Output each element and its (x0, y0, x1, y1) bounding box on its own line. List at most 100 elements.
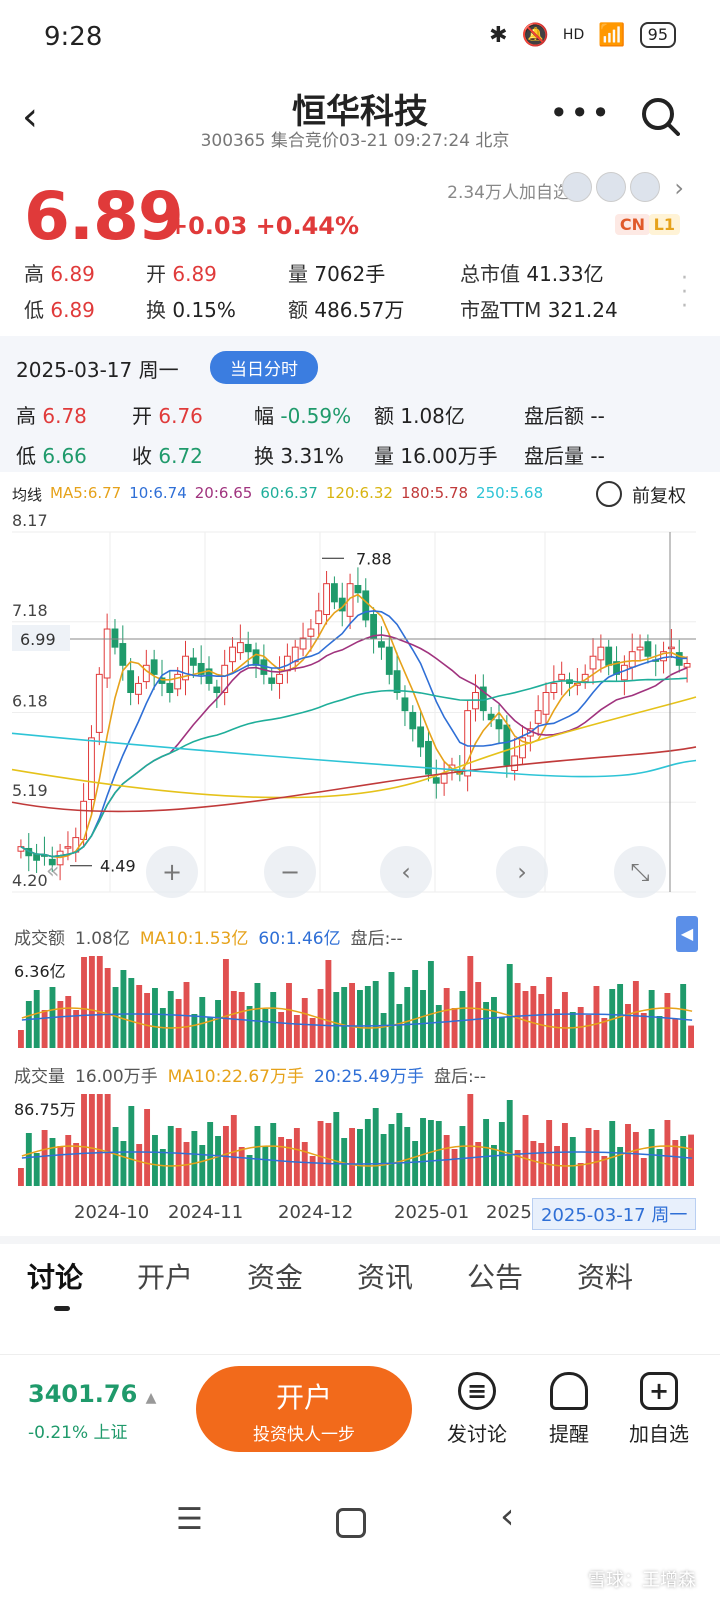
open-account-button[interactable]: 开户 投资快人一步 (196, 1366, 412, 1452)
index-value[interactable]: 3401.76 ▲ (28, 1380, 156, 1408)
volume-bar (81, 957, 87, 1048)
volume-bar (25, 1001, 32, 1048)
y-tick-label: 4.20 (12, 871, 48, 890)
volume-bar (664, 993, 671, 1048)
discuss-label: 发讨论 (447, 1422, 507, 1446)
volume-bar (81, 1094, 87, 1186)
adjust-mode[interactable]: 前复权 (632, 482, 686, 508)
turnover-ma60: 60:1.46亿 (258, 929, 341, 949)
volume-bar (349, 983, 355, 1048)
volume-bar (593, 986, 600, 1048)
wifi-icon: 📶 (598, 22, 626, 48)
day-close: 收 6.72 (132, 444, 203, 468)
more-icon[interactable]: ••• (549, 94, 612, 132)
tab-discussion[interactable]: 讨论 (0, 1256, 110, 1296)
volume-bar (96, 956, 103, 1048)
volume-bar (577, 1163, 584, 1186)
discuss-button[interactable]: ≡ 发讨论 (432, 1372, 522, 1447)
tab-news[interactable]: 资讯 (330, 1256, 440, 1296)
stat-volume: 量 7062手 (288, 262, 386, 286)
ma-5: MA5:6.77 (50, 484, 122, 502)
volume-bar (167, 991, 174, 1048)
candle-body (393, 670, 401, 694)
status-bar: 9:28 ✱ 🔕 HD 📶 95 (0, 0, 720, 76)
volume-bar (246, 1155, 253, 1186)
search-icon[interactable] (640, 96, 680, 136)
volume-bar (199, 1145, 206, 1186)
tab-open-account[interactable]: 开户 (110, 1256, 220, 1296)
candle-body (409, 711, 417, 730)
signal-icon: HD (562, 27, 585, 43)
volume-bar (270, 1123, 277, 1186)
stat-pe: 市盈TTM 321.24 (460, 298, 618, 322)
candlestick-chart[interactable]: 8.17 7.18 6.18 5.19 4.20 6.99 7.88 4.49 + − ‹ › ⤡ « (0, 512, 720, 914)
volume-bar (215, 1000, 221, 1048)
volume-bar (136, 985, 143, 1048)
chevron-right-icon-glyph: › (517, 858, 527, 886)
volume-bar (18, 1168, 24, 1186)
tab-funds[interactable]: 资金 (220, 1256, 330, 1296)
volume-bar (270, 992, 277, 1048)
volume-bar (88, 1094, 95, 1186)
candle-body (628, 651, 636, 668)
volume-bar (293, 1015, 300, 1048)
volume-bar (585, 1128, 592, 1186)
remind-button[interactable]: 提醒 (524, 1372, 614, 1447)
volume-bar (648, 1129, 655, 1186)
avatar (630, 172, 660, 202)
volume-bar (664, 1120, 671, 1186)
follower-avatars[interactable] (562, 172, 660, 202)
cn-badge[interactable]: CN (614, 214, 650, 235)
volume-bar (506, 964, 513, 1048)
x-tick: 2025 (486, 1202, 532, 1223)
home-icon[interactable] (336, 1508, 366, 1538)
tab-indicator (54, 1306, 70, 1311)
volume-bar (680, 984, 687, 1048)
zoom-in-icon-glyph: + (162, 858, 182, 886)
volume-ma20: 20:25.49万手 (314, 1067, 425, 1087)
volume-bar (388, 972, 395, 1048)
ma-250: 250:5.68 (476, 484, 544, 502)
volume-bar (159, 1149, 166, 1186)
menu-icon[interactable]: ☰ (176, 1502, 203, 1537)
volume-bar (175, 1128, 182, 1186)
more-vertical-icon[interactable]: · · · (681, 268, 688, 318)
volume-bar (191, 1131, 198, 1186)
index-change[interactable]: -0.21% 上证 (28, 1418, 128, 1443)
y-tick-label: 7.18 (12, 601, 48, 620)
volume-bar (144, 993, 151, 1048)
volume-bar (475, 982, 482, 1048)
divider (0, 1236, 720, 1244)
volume-bar (286, 983, 292, 1048)
tab-profile[interactable]: 资料 (550, 1256, 660, 1296)
volume-bar (144, 1109, 151, 1186)
volume-bar (404, 1127, 411, 1186)
add-watch-button[interactable]: + 加自选 (614, 1372, 704, 1447)
volume-bar (380, 1013, 387, 1048)
collapse-arrow-icon[interactable]: ◀ (676, 916, 698, 952)
status-time: 9:28 (44, 22, 103, 52)
ma-legend-label: 均线 (12, 486, 43, 504)
back-nav-icon[interactable]: ‹ (500, 1496, 514, 1537)
candle-body (111, 628, 119, 648)
intraday-button[interactable]: 当日分时 (210, 351, 318, 384)
chevron-right-icon[interactable]: › (674, 174, 684, 202)
volume-bar (656, 1016, 663, 1048)
volume-bar (467, 956, 474, 1048)
settings-icon[interactable] (596, 481, 622, 507)
volume-bar (396, 1004, 403, 1048)
volume-bar (483, 1119, 490, 1186)
volume-ma10: MA10:22.67万手 (167, 1067, 304, 1087)
candle-body (542, 692, 550, 715)
ma-10: 10:6.74 (129, 484, 187, 502)
volume-bar (498, 1122, 505, 1186)
volume-bar (254, 1126, 261, 1186)
day-volume: 量 16.00万手 (374, 444, 498, 468)
tab-announcements[interactable]: 公告 (440, 1256, 550, 1296)
volume-bar (41, 1010, 48, 1048)
follower-count[interactable]: 2.34万人加自选 (447, 178, 570, 203)
candle-body (213, 686, 221, 694)
volume-bar (246, 1006, 253, 1048)
candle-body (550, 682, 558, 694)
l1-badge[interactable]: L1 (648, 214, 680, 235)
